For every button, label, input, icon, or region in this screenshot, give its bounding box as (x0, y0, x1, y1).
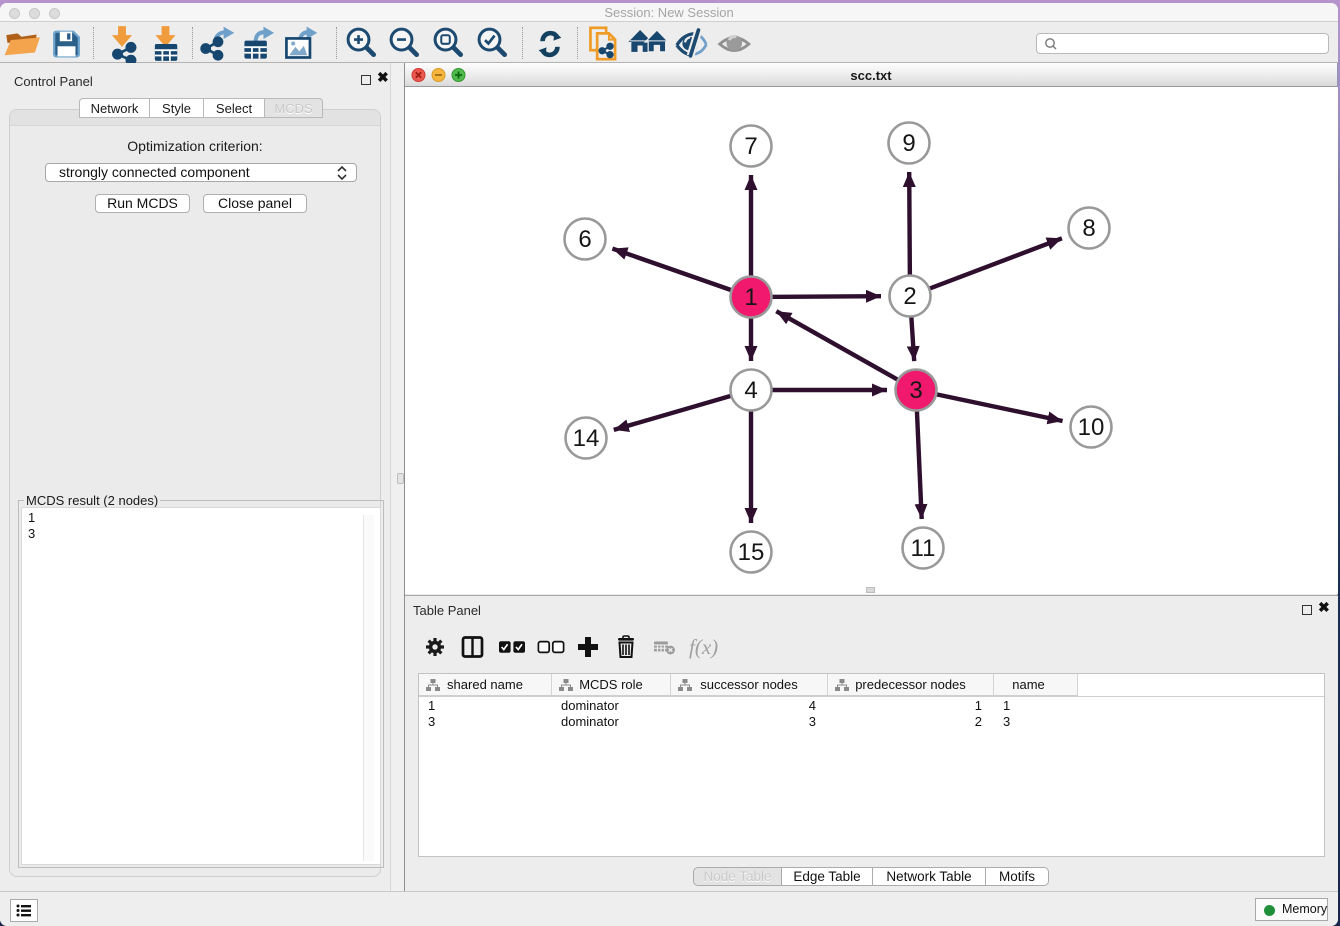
svg-text:11: 11 (911, 535, 936, 562)
svg-text:14: 14 (573, 425, 600, 452)
svg-text:6: 6 (578, 226, 591, 253)
svg-text:7: 7 (744, 133, 757, 160)
svg-text:f(x): f(x) (689, 635, 718, 659)
svg-text:4: 4 (744, 377, 757, 404)
svg-text:3: 3 (909, 377, 922, 404)
svg-text:9: 9 (902, 130, 915, 157)
svg-text:2: 2 (903, 283, 916, 310)
svg-text:10: 10 (1078, 414, 1105, 441)
svg-text:8: 8 (1082, 215, 1095, 242)
svg-text:15: 15 (738, 539, 765, 566)
svg-text:1: 1 (744, 284, 757, 311)
